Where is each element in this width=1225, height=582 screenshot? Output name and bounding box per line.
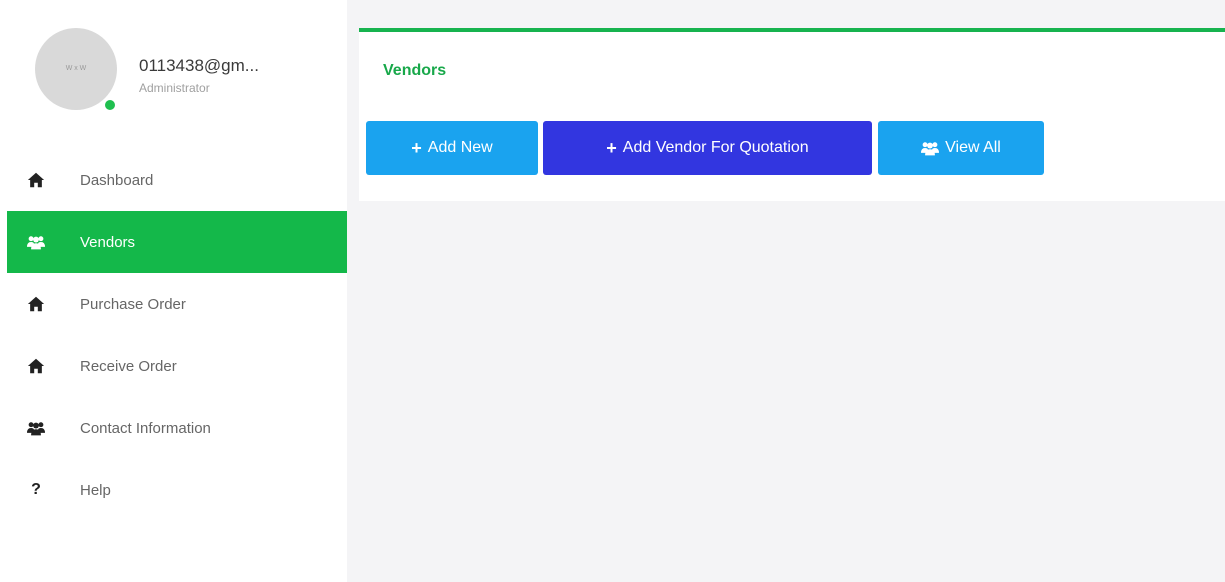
app-root: W x W 0113438@gm... Administrator Dashbo… <box>0 0 1225 582</box>
sidebar-item-label: Purchase Order <box>80 295 186 313</box>
user-profile: W x W 0113438@gm... Administrator <box>35 28 335 120</box>
main-content: Vendors + Add New + Add Vendor For Quota… <box>347 0 1225 582</box>
sidebar: W x W 0113438@gm... Administrator Dashbo… <box>0 0 347 582</box>
sidebar-item-label: Contact Information <box>80 419 211 437</box>
users-icon <box>27 233 45 251</box>
home-icon <box>27 171 45 189</box>
add-vendor-for-quotation-label: Add Vendor For Quotation <box>622 139 809 156</box>
sidebar-item-help[interactable]: ? Help <box>7 459 347 521</box>
sidebar-item-label: Help <box>80 481 111 499</box>
sidebar-item-receive-order[interactable]: Receive Order <box>7 335 347 397</box>
add-new-label: Add New <box>427 139 493 156</box>
question-icon: ? <box>31 481 41 498</box>
vendors-panel: Vendors + Add New + Add Vendor For Quota… <box>359 28 1225 201</box>
sidebar-item-dashboard[interactable]: Dashboard <box>7 149 347 211</box>
home-icon <box>27 295 45 313</box>
plus-icon: + <box>606 137 617 158</box>
add-new-button[interactable]: + Add New <box>366 121 538 175</box>
avatar[interactable]: W x W <box>35 28 117 110</box>
view-all-button[interactable]: View All <box>878 121 1044 175</box>
view-all-label: View All <box>945 139 1001 156</box>
online-status-dot <box>103 98 117 112</box>
users-icon <box>921 140 940 156</box>
sidebar-item-label: Dashboard <box>80 171 154 189</box>
sidebar-nav: Dashboard Vendors Purchase Order Receive… <box>7 149 347 521</box>
sidebar-item-vendors[interactable]: Vendors <box>7 211 347 273</box>
plus-icon: + <box>411 137 422 158</box>
home-icon <box>27 357 45 375</box>
user-role: Administrator <box>139 81 210 95</box>
avatar-initials: W x W <box>65 65 87 72</box>
page-title: Vendors <box>383 62 447 79</box>
sidebar-item-contact-information[interactable]: Contact Information <box>7 397 347 459</box>
user-email: 0113438@gm... <box>139 56 259 75</box>
users-icon <box>27 419 45 437</box>
sidebar-item-label: Vendors <box>80 233 136 251</box>
sidebar-item-purchase-order[interactable]: Purchase Order <box>7 273 347 335</box>
sidebar-item-label: Receive Order <box>80 357 177 375</box>
add-vendor-for-quotation-button[interactable]: + Add Vendor For Quotation <box>543 121 872 175</box>
